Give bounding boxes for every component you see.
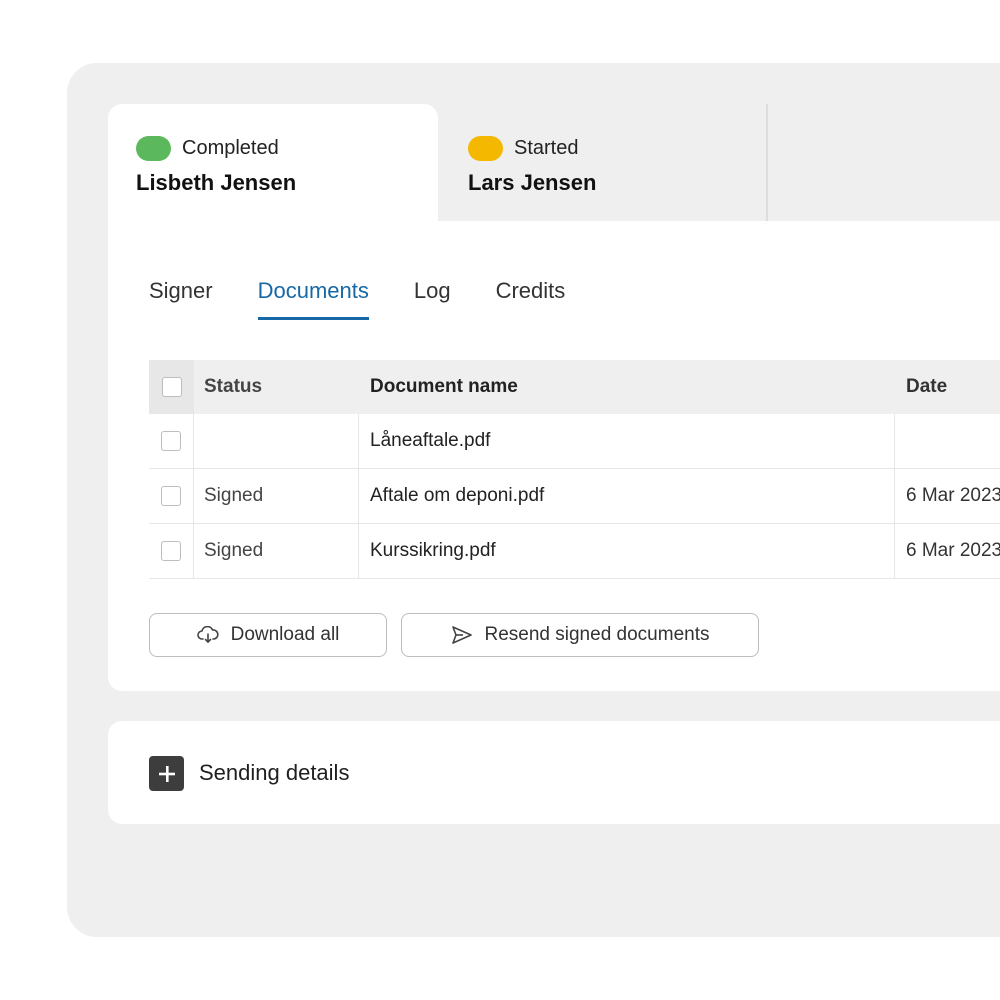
documents-table: Status Document name Date Låneaftale.pdf… (149, 360, 1000, 579)
row-date: 6 Mar 2023 (906, 540, 1000, 561)
row-checkbox[interactable] (161, 431, 181, 451)
row-document-name[interactable]: Aftale om deponi.pdf (359, 469, 895, 523)
subtab-bar: Signer Documents Log Credits (149, 278, 566, 320)
row-date (895, 414, 1000, 468)
row-checkbox-cell (149, 469, 194, 523)
status-completed-indicator (136, 135, 171, 161)
row-status: Signed (194, 469, 359, 523)
tab-credits[interactable]: Credits (496, 278, 566, 318)
row-checkbox-cell (149, 414, 194, 468)
row-document-name[interactable]: Kurssikring.pdf (359, 524, 895, 578)
header-date[interactable]: Date (895, 360, 1000, 414)
header-checkbox-cell (149, 360, 194, 414)
signer-status-row: Completed (136, 134, 438, 162)
signer-status-label: Started (514, 136, 579, 159)
row-status (194, 414, 359, 468)
cloud-download-icon (196, 626, 219, 643)
tab-log[interactable]: Log (414, 278, 451, 318)
table-row[interactable]: Signed Kurssikring.pdf 6 Mar 2023 (149, 524, 1000, 579)
signer-name: Lars Jensen (468, 170, 597, 195)
send-icon (451, 626, 472, 644)
row-status: Signed (194, 524, 359, 578)
tab-signer[interactable]: Signer (149, 278, 213, 318)
row-checkbox[interactable] (161, 486, 181, 506)
resend-signed-documents-button[interactable]: Resend signed documents (401, 613, 759, 657)
row-checkbox[interactable] (161, 541, 181, 561)
signer-tab-lisbeth[interactable]: Completed Lisbeth Jensen (108, 104, 438, 234)
header-document-name[interactable]: Document name (359, 360, 895, 414)
signer-status-row: Started (468, 134, 768, 162)
resend-label: Resend signed documents (484, 624, 710, 645)
download-all-label: Download all (230, 624, 340, 645)
status-started-indicator (468, 135, 503, 161)
signer-status-label: Completed (182, 136, 279, 159)
select-all-checkbox[interactable] (161, 377, 182, 397)
download-all-button[interactable]: Download all (149, 613, 387, 657)
header-status[interactable]: Status (194, 360, 359, 414)
signer-name: Lisbeth Jensen (136, 170, 297, 195)
table-header: Status Document name Date (149, 360, 1000, 414)
tab-documents[interactable]: Documents (257, 278, 370, 320)
row-document-name[interactable]: Låneaftale.pdf (359, 414, 895, 468)
signer-tab-lars[interactable]: Started Lars Jensen (438, 104, 768, 221)
tab-divider (766, 104, 768, 221)
row-checkbox-cell (149, 524, 194, 578)
table-row[interactable]: Låneaftale.pdf (149, 414, 1000, 469)
plus-icon (158, 765, 175, 782)
table-row[interactable]: Signed Aftale om deponi.pdf 6 Mar 2023 (149, 469, 1000, 524)
row-date: 6 Mar 2023 (906, 485, 1000, 506)
sending-details-label[interactable]: Sending details (199, 760, 349, 786)
expand-button[interactable] (149, 756, 184, 791)
